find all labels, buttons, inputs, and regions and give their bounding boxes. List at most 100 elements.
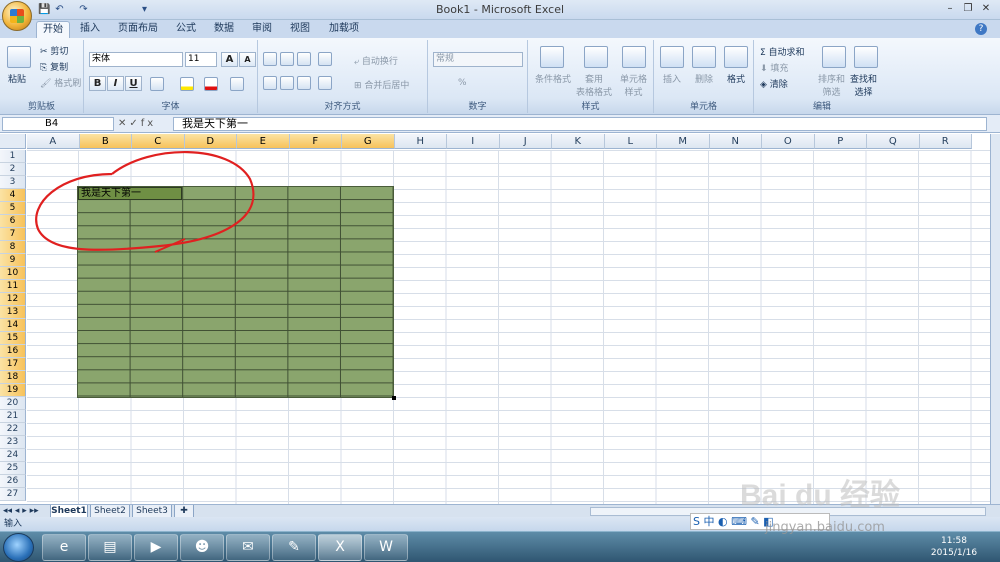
font-color-icon[interactable]: [204, 77, 218, 91]
sheet-nav-arrows[interactable]: ◂◂ ◂ ▸ ▸▸: [3, 506, 39, 516]
fill-color-icon[interactable]: [180, 77, 194, 91]
row-header[interactable]: 23: [0, 436, 26, 449]
align-middle-icon[interactable]: [280, 52, 294, 66]
row-header[interactable]: 24: [0, 449, 26, 462]
column-header[interactable]: Q: [867, 134, 920, 149]
paint-icon[interactable]: ✎: [272, 534, 316, 561]
borders-icon[interactable]: [150, 77, 164, 91]
row-header[interactable]: 13: [0, 306, 26, 319]
tray-clock[interactable]: 11:58 2015/1/16: [924, 535, 984, 559]
column-header[interactable]: G: [342, 134, 395, 149]
cell-styles-button[interactable]: 单元格 样式: [620, 72, 647, 98]
excel-taskbar-icon[interactable]: X: [318, 534, 362, 561]
row-header[interactable]: 26: [0, 475, 26, 488]
column-header[interactable]: H: [394, 134, 447, 149]
column-header[interactable]: I: [447, 134, 500, 149]
phonetic-icon[interactable]: [230, 77, 244, 91]
number-format-select[interactable]: 常规: [433, 52, 523, 67]
column-header[interactable]: N: [709, 134, 762, 149]
tab-page-layout[interactable]: 页面布局: [112, 21, 164, 38]
column-header[interactable]: L: [604, 134, 657, 149]
fill-handle[interactable]: [392, 396, 396, 400]
row-header[interactable]: 12: [0, 293, 26, 306]
explorer-icon[interactable]: ▤: [88, 534, 132, 561]
font-size-select[interactable]: 11: [185, 52, 217, 67]
office-button[interactable]: [2, 1, 32, 31]
bold-button[interactable]: B: [89, 76, 106, 91]
column-header[interactable]: K: [552, 134, 605, 149]
tab-home[interactable]: 开始: [36, 21, 70, 38]
column-header[interactable]: M: [657, 134, 710, 149]
paste-button[interactable]: 粘贴: [8, 72, 26, 85]
insert-cells-button[interactable]: 插入: [663, 72, 681, 85]
format-table-icon[interactable]: [584, 46, 608, 68]
conditional-format-icon[interactable]: [540, 46, 564, 68]
help-icon[interactable]: ?: [975, 23, 987, 35]
delete-cells-button[interactable]: 删除: [695, 72, 713, 85]
formula-buttons[interactable]: ✕✓fx: [118, 117, 170, 131]
column-header[interactable]: J: [499, 134, 552, 149]
merge-center-button[interactable]: ⊞ 合并后居中: [354, 78, 409, 91]
percent-button[interactable]: %: [458, 78, 467, 88]
row-header[interactable]: 15: [0, 332, 26, 345]
grow-font-button[interactable]: A: [221, 52, 238, 67]
formula-input[interactable]: 我是天下第一: [173, 117, 987, 131]
orientation-icon[interactable]: [318, 52, 332, 66]
align-top-icon[interactable]: [263, 52, 277, 66]
format-cells-button[interactable]: 格式: [727, 72, 745, 85]
row-header[interactable]: 22: [0, 423, 26, 436]
column-header[interactable]: R: [919, 134, 972, 149]
row-header[interactable]: 16: [0, 345, 26, 358]
row-header[interactable]: 25: [0, 462, 26, 475]
tab-view[interactable]: 视图: [284, 21, 316, 38]
ie-icon[interactable]: e: [42, 534, 86, 561]
row-header[interactable]: 21: [0, 410, 26, 423]
insert-cells-icon[interactable]: [660, 46, 684, 68]
cut-button[interactable]: ✂ 剪切: [40, 44, 68, 57]
fill-button[interactable]: ⬇ 填充: [760, 61, 788, 74]
name-box[interactable]: B4: [2, 117, 114, 131]
paste-icon[interactable]: [7, 46, 31, 68]
column-header[interactable]: O: [762, 134, 815, 149]
tab-formulas[interactable]: 公式: [170, 21, 202, 38]
word-taskbar-icon[interactable]: W: [364, 534, 408, 561]
tab-addins[interactable]: 加载项: [322, 21, 366, 38]
sort-filter-icon[interactable]: [822, 46, 846, 68]
format-cells-icon[interactable]: [724, 46, 748, 68]
row-header[interactable]: 11: [0, 280, 26, 293]
column-header[interactable]: P: [814, 134, 867, 149]
close-button[interactable]: ✕: [978, 2, 994, 16]
start-button[interactable]: [3, 533, 34, 562]
find-select-icon[interactable]: [854, 46, 878, 68]
sort-filter-button[interactable]: 排序和 筛选: [818, 72, 845, 98]
underline-button[interactable]: U: [125, 76, 142, 91]
autosum-button[interactable]: Σ 自动求和: [760, 45, 805, 58]
indent-icon[interactable]: [318, 76, 332, 90]
restore-button[interactable]: ❐: [960, 2, 976, 16]
messenger-icon[interactable]: ☻: [180, 534, 224, 561]
tab-data[interactable]: 数据: [208, 21, 240, 38]
outlook-icon[interactable]: ✉: [226, 534, 270, 561]
tab-review[interactable]: 审阅: [246, 21, 278, 38]
shrink-font-button[interactable]: A: [239, 52, 256, 67]
delete-cells-icon[interactable]: [692, 46, 716, 68]
conditional-format-button[interactable]: 条件格式: [535, 72, 571, 85]
copy-button[interactable]: ⎘ 复制: [40, 60, 68, 73]
media-player-icon[interactable]: ▶: [134, 534, 178, 561]
cell-styles-icon[interactable]: [622, 46, 646, 68]
align-right-icon[interactable]: [297, 76, 311, 90]
tab-insert[interactable]: 插入: [74, 21, 106, 38]
clear-button[interactable]: ◈ 清除: [760, 77, 788, 90]
row-header[interactable]: 17: [0, 358, 26, 371]
row-header[interactable]: 19: [0, 384, 26, 397]
row-header[interactable]: 14: [0, 319, 26, 332]
align-center-icon[interactable]: [280, 76, 294, 90]
minimize-button[interactable]: –: [942, 2, 958, 16]
find-select-button[interactable]: 查找和 选择: [850, 72, 877, 98]
fx-icon[interactable]: fx: [141, 118, 156, 129]
format-painter-button[interactable]: 🖌 格式刷: [40, 76, 81, 89]
row-header[interactable]: 20: [0, 397, 26, 410]
font-name-select[interactable]: 宋体: [89, 52, 183, 67]
vertical-scrollbar[interactable]: [990, 134, 1000, 504]
italic-button[interactable]: I: [107, 76, 124, 91]
